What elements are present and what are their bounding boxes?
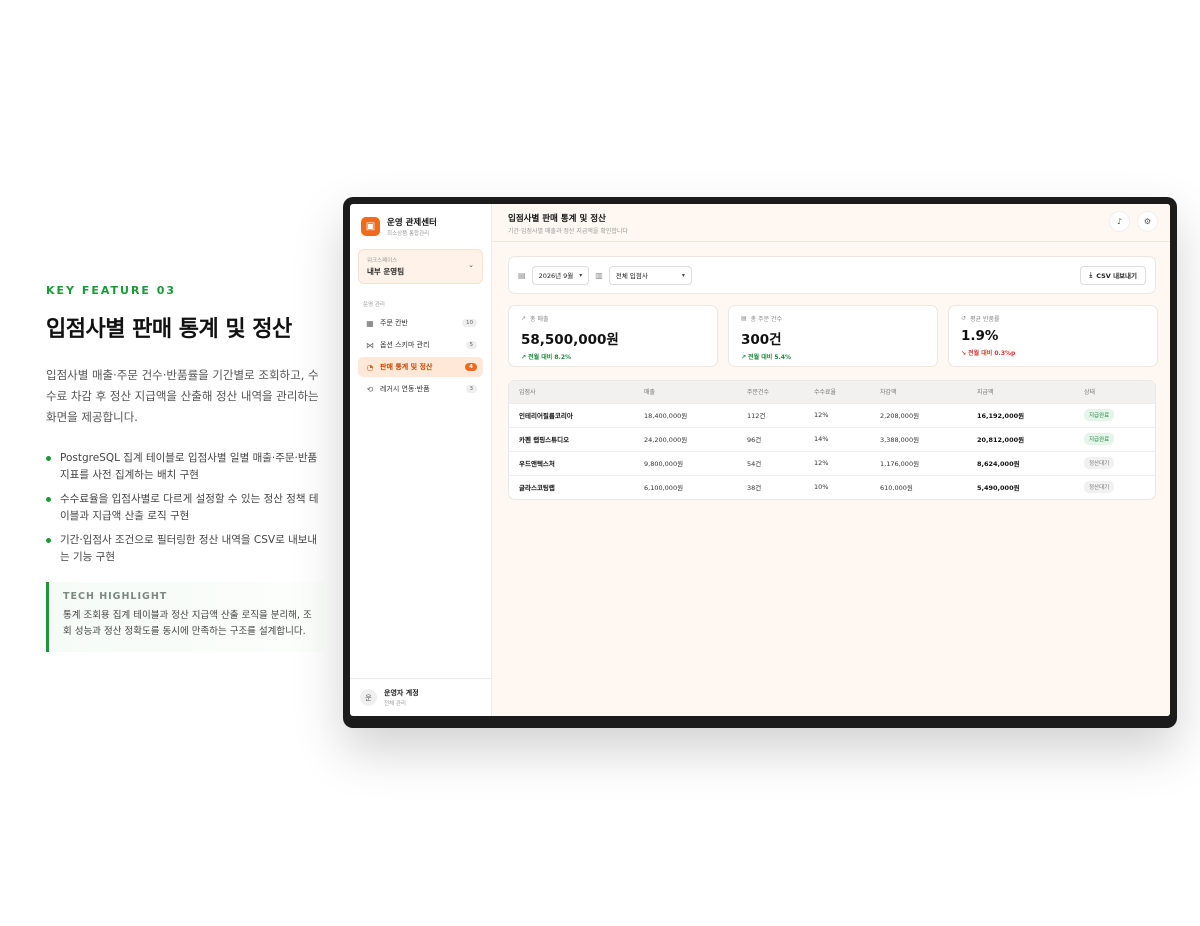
column-header[interactable]: 차감액 [870, 381, 967, 403]
brand-name: 운영 관제센터 [387, 218, 437, 228]
csv-export-button[interactable]: ⤓ CSV 내보내기 [1080, 265, 1146, 285]
chevron-down-icon: ⌄ [468, 261, 474, 269]
sidebar-item-sales-settlement[interactable]: ◔ 판매 통계 및 정산 4 [358, 357, 483, 377]
top-bar-actions: ♪ ⚙ [1109, 211, 1158, 232]
status-badge: 지급완료 [1084, 433, 1115, 445]
trend-icon: ↗ [521, 315, 527, 322]
return-icon: ↺ [961, 315, 967, 322]
table-row[interactable]: 카펜 랩핑스튜디오 24,200,000원 96건 14% 3,388,000원… [509, 426, 1155, 451]
filter-bar: ▤ 2026년 9월 ▾ ▥ 전체 입점사 ▾ ⤓ CSV 내보내기 [508, 256, 1156, 294]
bullet-dot-icon [46, 456, 51, 461]
sidebar-item-legacy-returns[interactable]: ⟲ 레거시 연동·반품 3 [358, 379, 483, 399]
count-badge: 3 [465, 385, 477, 393]
feature-description: KEY FEATURE 03 입점사별 판매 통계 및 정산 입점사별 매출·주… [46, 284, 326, 652]
status-badge: 지급완료 [1084, 409, 1115, 421]
chevron-down-icon: ▾ [579, 271, 583, 279]
count-badge: 5 [465, 341, 477, 349]
page-title: 입점사별 판매 통계 및 정산 [508, 214, 606, 224]
sidebar-nav: ▦ 주문 칸반 10 ⋈ 옵션 스키마 관리 5 ◔ 판매 통계 및 정산 4 [358, 313, 483, 399]
column-header[interactable]: 입점사 [509, 381, 634, 403]
feature-bullet: 기간·입점사 조건으로 필터링한 정산 내역을 CSV로 내보내는 기능 구현 [46, 532, 326, 566]
store-logo-icon: ▣ [361, 217, 380, 236]
kpi-delta: ↘ 전월 대비 0.3%p [961, 350, 1016, 357]
nav-section-label: 운영 관리 [363, 302, 385, 308]
feature-summary: 입점사별 매출·주문 건수·반품률을 기간별로 조회하고, 수수료 차감 후 정… [46, 368, 319, 424]
bullet-dot-icon [46, 497, 51, 502]
tech-highlight: TECH HIGHLIGHT 통계 조회용 집계 테이블과 정산 지급액 산출 … [46, 582, 324, 652]
settlement-table: 입점사 매출 주문건수 수수료율 차감액 지급액 상태 인테리어필름코리아 18… [509, 381, 1155, 499]
feature-title: 입점사별 판매 통계 및 정산 [46, 317, 292, 342]
kpi-value: 1.9% [961, 328, 999, 344]
column-header[interactable]: 매출 [634, 381, 737, 403]
receipt-icon: ▤ [741, 315, 747, 322]
kpi-delta: ↗ 전월 대비 8.2% [521, 354, 572, 361]
kpi-card-return-rate: ↺ 평균 반품률 1.9% ↘ 전월 대비 0.3%p [948, 305, 1158, 367]
workspace-label: 워크스페이스 [367, 258, 398, 264]
kpi-value: 300건 [741, 332, 782, 348]
app-screen: ▣ 운영 관제센터 희소상품 통합관리 워크스페이스 내부 운영팀 ⌄ 운영 관… [350, 204, 1170, 716]
brand[interactable]: ▣ 운영 관제센터 희소상품 통합관리 [358, 216, 483, 237]
kpi-value: 58,500,000원 [521, 332, 619, 348]
tech-highlight-title: TECH HIGHLIGHT [63, 591, 168, 602]
sync-icon: ⟲ [366, 384, 374, 394]
calendar-icon: ▤ [518, 270, 526, 280]
column-header[interactable]: 주문건수 [737, 381, 804, 403]
brand-subtitle: 희소상품 통합관리 [387, 231, 430, 237]
gear-icon[interactable]: ⚙ [1137, 211, 1158, 232]
sidebar-item-option-schema[interactable]: ⋈ 옵션 스키마 관리 5 [358, 335, 483, 355]
bullet-dot-icon [46, 538, 51, 543]
account-name: 운영자 계정 [384, 689, 419, 697]
table-row[interactable]: 인테리어필름코리아 18,400,000원 112건 12% 2,208,000… [509, 402, 1155, 427]
chart-icon: ◔ [366, 362, 374, 372]
workspace-name: 내부 운영팀 [367, 267, 405, 276]
status-badge: 정산대기 [1084, 481, 1115, 494]
feature-bullets: PostgreSQL 집계 테이블로 입점사별 일별 매출·주문·반품 지표를 … [46, 450, 326, 566]
kpi-card-total-orders: ▤ 총 주문 건수 300건 ↗ 전월 대비 5.4% [728, 305, 938, 367]
column-header[interactable]: 수수료율 [804, 381, 870, 403]
account-menu[interactable]: 운 운영자 계정 전체 관리 [350, 678, 491, 716]
period-select[interactable]: 2026년 9월 ▾ [531, 265, 590, 285]
download-icon: ⤓ [1089, 270, 1093, 279]
kpi-cards: ↗ 총 매출 58,500,000원 ↗ 전월 대비 8.2% ▤ 총 주문 건수 … [508, 305, 1158, 367]
vendor-select[interactable]: 전체 입점사 ▾ [608, 265, 692, 285]
tech-highlight-text: 통계 조회용 집계 테이블과 정산 지급액 산출 로직을 분리해, 조회 성능과… [63, 610, 312, 637]
account-role: 전체 관리 [384, 701, 406, 707]
bell-icon[interactable]: ♪ [1109, 211, 1130, 232]
store-icon: ▥ [595, 270, 603, 280]
schema-icon: ⋈ [366, 340, 374, 350]
table-header-row: 입점사 매출 주문건수 수수료율 차감액 지급액 상태 [509, 381, 1155, 403]
workspace-selector[interactable]: 워크스페이스 내부 운영팀 ⌄ [358, 249, 483, 284]
main-content: 입점사별 판매 통계 및 정산 기간·입점사별 매출과 정산 지급액을 확인합니… [492, 204, 1170, 716]
count-badge: 10 [462, 319, 477, 327]
feature-bullet: 수수료율을 입점사별로 다르게 설정할 수 있는 정산 정책 테이블과 지급액 … [46, 491, 326, 525]
sidebar-item-order-kanban[interactable]: ▦ 주문 칸반 10 [358, 313, 483, 333]
page: KEY FEATURE 03 입점사별 판매 통계 및 정산 입점사별 매출·주… [0, 0, 1200, 926]
chevron-down-icon: ▾ [681, 271, 685, 279]
table-row[interactable]: 우드앤텍스처 9,800,000원 54건 12% 1,176,000원 8,6… [509, 450, 1155, 475]
top-bar: 입점사별 판매 통계 및 정산 기간·입점사별 매출과 정산 지급액을 확인합니… [492, 204, 1170, 242]
status-badge: 정산대기 [1084, 457, 1115, 469]
column-header[interactable]: 상태 [1074, 381, 1155, 403]
kpi-delta: ↗ 전월 대비 5.4% [741, 354, 792, 361]
device-frame: ▣ 운영 관제센터 희소상품 통합관리 워크스페이스 내부 운영팀 ⌄ 운영 관… [343, 197, 1177, 728]
feature-eyebrow: KEY FEATURE 03 [46, 284, 177, 297]
sidebar: ▣ 운영 관제센터 희소상품 통합관리 워크스페이스 내부 운영팀 ⌄ 운영 관… [350, 204, 492, 716]
avatar: 운 [360, 689, 377, 706]
kanban-icon: ▦ [366, 318, 374, 328]
table-row[interactable]: 글라스코팅랩 6,100,000원 38건 10% 610,000원 5,490… [509, 474, 1155, 499]
column-header[interactable]: 지급액 [967, 381, 1074, 403]
page-subtitle: 기간·입점사별 매출과 정산 지급액을 확인합니다 [508, 228, 628, 235]
kpi-card-total-sales: ↗ 총 매출 58,500,000원 ↗ 전월 대비 8.2% [508, 305, 718, 367]
settlement-table-card: 입점사 매출 주문건수 수수료율 차감액 지급액 상태 인테리어필름코리아 18… [508, 380, 1156, 500]
count-badge: 4 [465, 363, 477, 371]
feature-bullet: PostgreSQL 집계 테이블로 입점사별 일별 매출·주문·반품 지표를 … [46, 450, 326, 484]
